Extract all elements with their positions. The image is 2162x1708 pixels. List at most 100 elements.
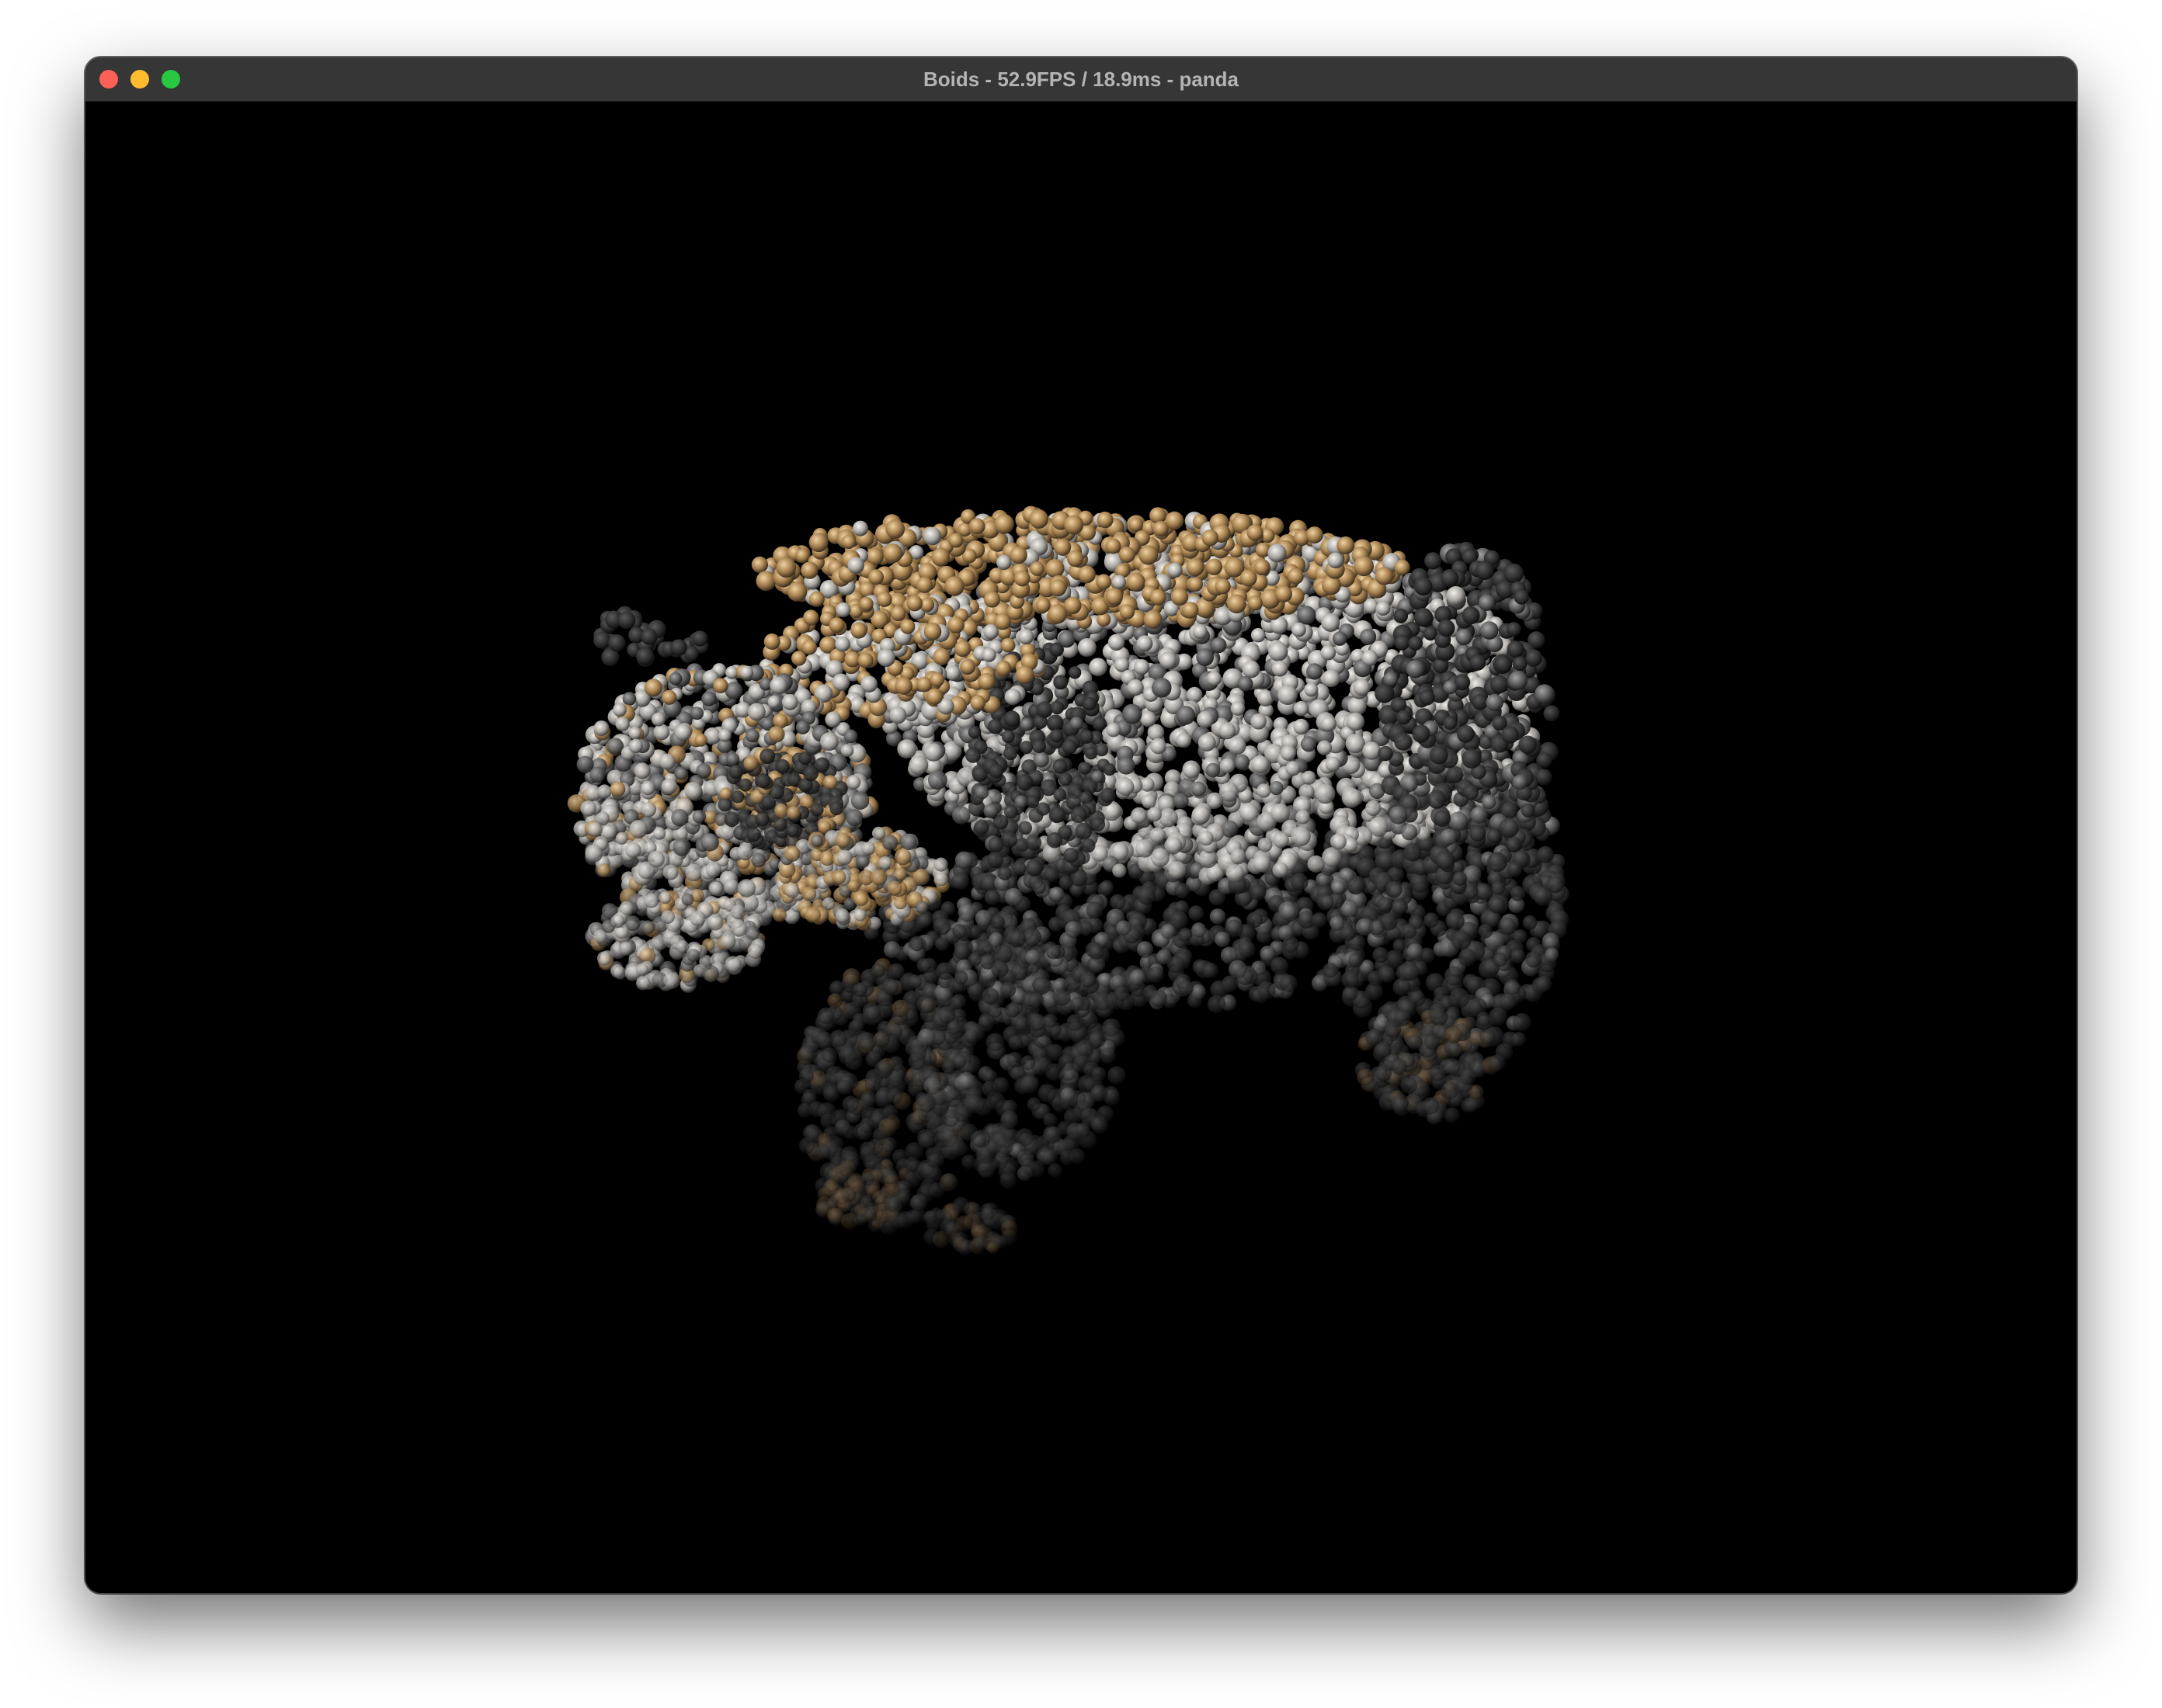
- boid-particle: [1218, 722, 1236, 740]
- boid-particle: [859, 596, 874, 612]
- boid-particle: [1159, 651, 1177, 669]
- boid-particle: [917, 1028, 936, 1047]
- boid-particle: [1353, 679, 1371, 696]
- boid-particle: [1063, 847, 1079, 863]
- boid-particle: [1077, 638, 1097, 657]
- boid-particle: [1375, 1064, 1392, 1081]
- boid-particle: [1097, 1106, 1114, 1123]
- boid-particle: [1277, 685, 1298, 705]
- boid-particle: [1020, 1055, 1036, 1071]
- boid-particle: [1103, 763, 1116, 776]
- boid-particle: [994, 944, 1013, 963]
- boid-particle: [1202, 962, 1218, 979]
- boid-particle: [1478, 923, 1493, 939]
- boid-particle: [1010, 546, 1027, 564]
- boid-particle: [1078, 565, 1096, 584]
- boid-particle: [1253, 559, 1270, 575]
- boid-particle: [791, 651, 807, 666]
- boid-particle: [1064, 515, 1084, 535]
- boid-particle: [888, 963, 905, 980]
- boid-particle: [861, 1091, 877, 1107]
- boid-particle: [857, 652, 874, 668]
- boid-particle: [1053, 788, 1067, 802]
- boid-particle: [1440, 828, 1458, 845]
- boid-particle: [885, 519, 905, 539]
- boid-particle: [876, 592, 892, 607]
- boid-particle: [1044, 867, 1059, 882]
- boid-particle: [1412, 724, 1430, 743]
- boid-particle: [1070, 806, 1087, 823]
- boid-particle: [1116, 920, 1131, 936]
- boid-particle: [1053, 988, 1071, 1006]
- boid-particle: [1018, 629, 1034, 645]
- boid-particle: [1197, 734, 1216, 752]
- boid-particle: [1521, 803, 1535, 818]
- boid-particle: [1239, 569, 1257, 587]
- boid-particle: [1049, 579, 1067, 597]
- boid-particle: [1105, 588, 1123, 606]
- boid-particle: [808, 533, 829, 553]
- boid-particle: [1320, 716, 1336, 732]
- title-bar[interactable]: Boids - 52.9FPS / 18.9ms - panda: [85, 57, 2077, 102]
- boid-particle: [1114, 985, 1130, 1002]
- boid-particle: [1275, 585, 1292, 602]
- boid-particle: [829, 617, 845, 634]
- boid-particle: [1149, 827, 1166, 844]
- boid-particle: [835, 636, 850, 652]
- boid-particle: [1079, 762, 1092, 775]
- boid-particle: [936, 962, 954, 981]
- boid-particle: [1451, 930, 1472, 950]
- boid-particle: [1330, 833, 1347, 850]
- boid-particle: [975, 786, 989, 800]
- boid-particle: [989, 764, 1004, 779]
- boid-particle: [871, 963, 885, 978]
- boid-particle: [1280, 745, 1296, 761]
- boid-particle: [1304, 682, 1319, 697]
- boid-particle: [984, 889, 1000, 905]
- boid-particle: [1069, 717, 1083, 731]
- boid-particle: [1518, 735, 1537, 755]
- boid-particle: [853, 520, 868, 536]
- boid-particle: [1413, 577, 1433, 596]
- boid-particle: [1156, 949, 1172, 965]
- boid-particle: [1452, 871, 1468, 886]
- boid-particle: [1268, 641, 1288, 661]
- boid-particle: [787, 581, 808, 602]
- boid-particle: [900, 619, 916, 634]
- boid-particle: [954, 970, 968, 985]
- boid-particle: [1427, 790, 1447, 809]
- boid-particle: [838, 1046, 857, 1065]
- boid-particle: [1267, 543, 1287, 563]
- boid-particle: [1419, 689, 1435, 706]
- boid-particle: [952, 806, 971, 824]
- boid-particle: [1150, 738, 1166, 755]
- boid-particle: [923, 526, 942, 546]
- boid-particle: [1160, 924, 1177, 939]
- boid-particle: [1176, 706, 1195, 725]
- boid-particle: [978, 672, 996, 690]
- boid-particle: [1392, 1096, 1409, 1113]
- boid-particle: [1107, 634, 1125, 651]
- boid-particle: [1401, 824, 1418, 841]
- boid-particle: [996, 660, 1012, 676]
- boid-particle: [1394, 732, 1413, 751]
- boid-particle: [872, 1190, 887, 1205]
- boid-particle: [1186, 686, 1203, 703]
- boid-particle: [1105, 538, 1121, 554]
- boid-particle: [1291, 622, 1306, 637]
- boid-particle: [1049, 887, 1065, 902]
- boid-particle: [944, 576, 965, 596]
- boid-particle: [951, 994, 967, 1009]
- boid-particle: [1197, 710, 1214, 728]
- boid-particle: [1016, 774, 1034, 791]
- boid-particle: [1036, 802, 1050, 816]
- boid-particle: [1463, 784, 1479, 800]
- boid-particle: [1449, 988, 1470, 1008]
- boid-particle: [1097, 512, 1114, 529]
- boid-particle: [965, 1029, 978, 1043]
- boid-particle: [916, 995, 935, 1014]
- render-viewport[interactable]: [85, 102, 2077, 1593]
- boid-particle: [1285, 761, 1301, 776]
- boid-particle: [878, 1118, 897, 1137]
- boid-particle: [1392, 977, 1411, 996]
